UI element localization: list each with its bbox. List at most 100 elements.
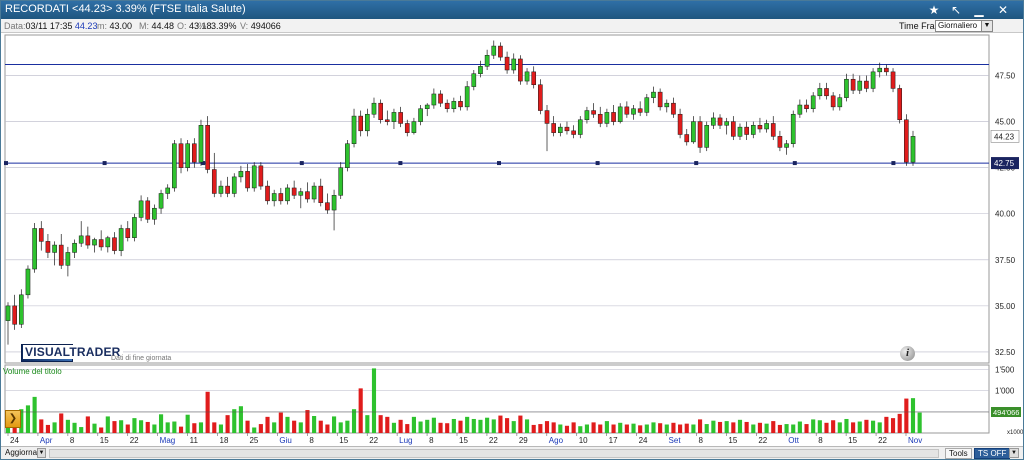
volume-bar <box>85 416 90 433</box>
candle-body <box>624 106 630 115</box>
volume-bar <box>132 418 137 433</box>
x-axis-label: 15 <box>339 436 348 445</box>
candle-body <box>757 125 763 130</box>
candle-body <box>511 58 517 71</box>
volume-tick-label: 1'000 <box>995 387 1015 396</box>
x-axis-label: Lug <box>399 436 412 445</box>
candle-body <box>784 143 789 148</box>
refresh-dropdown-icon[interactable]: ▼ <box>37 448 46 458</box>
volume-bar <box>25 405 31 433</box>
x-axis-label: 22 <box>758 436 767 445</box>
volume-bar <box>871 420 876 433</box>
x-axis-label: 29 <box>519 436 528 445</box>
candle-body <box>418 108 423 122</box>
volume-bar <box>611 424 616 433</box>
candle-body <box>498 45 503 58</box>
price-tick-label: 37.50 <box>995 256 1016 265</box>
volume-bar <box>518 415 523 433</box>
candle-body <box>591 110 596 115</box>
candle-body <box>72 242 77 253</box>
candle-body <box>617 106 623 122</box>
candle-body <box>750 125 756 135</box>
x-axis-label: Mag <box>160 436 176 445</box>
volume-bar <box>717 421 723 433</box>
volume-bar <box>391 422 397 433</box>
candle-body <box>604 112 610 124</box>
candle-body <box>305 191 310 200</box>
volume-bar <box>332 416 337 433</box>
current-volume-label: 494'066 <box>993 408 1019 417</box>
volume-bar <box>777 424 782 433</box>
volume-bar <box>59 413 64 433</box>
volume-bar <box>638 425 643 433</box>
info-icon[interactable]: i <box>900 346 915 361</box>
x-axis-label: 8 <box>698 436 703 445</box>
refresh-label[interactable]: Aggiorna <box>5 448 37 457</box>
volume-bar <box>851 422 856 433</box>
candle-body <box>731 121 736 137</box>
candle-body <box>764 123 769 130</box>
candle-body <box>724 121 729 126</box>
volume-bar <box>904 398 909 433</box>
candle-body <box>491 45 497 56</box>
volume-bar <box>312 416 317 433</box>
volume-bar <box>112 421 117 433</box>
data-source-note: Dati di fine giornata <box>111 355 172 362</box>
candle-body <box>564 126 570 132</box>
volume-bar <box>238 406 243 433</box>
candle-body <box>551 123 556 133</box>
candle-body <box>185 143 190 168</box>
volume-bar <box>165 422 170 433</box>
x-axis-label: 15 <box>848 436 857 445</box>
ts-off-button[interactable]: TS OFF <box>974 448 1011 459</box>
candle-body <box>165 187 171 194</box>
candle-body <box>251 165 257 189</box>
candle-body <box>211 169 217 194</box>
candle-body <box>52 244 57 253</box>
volume-bar <box>618 422 623 433</box>
volume-bar <box>644 424 649 433</box>
candle-body <box>810 95 816 109</box>
volume-bar <box>531 424 536 433</box>
horizontal-scrollbar[interactable] <box>49 449 939 458</box>
x-axis-label: Ott <box>788 436 799 445</box>
volume-bar <box>425 419 430 433</box>
volume-bar <box>32 396 37 433</box>
volume-bar <box>272 422 277 433</box>
candle-body <box>850 78 856 91</box>
volume-bar <box>817 420 822 433</box>
volume-bar <box>604 421 609 433</box>
volume-bar <box>139 420 144 433</box>
candle-body <box>65 252 71 266</box>
candle-body <box>152 207 157 220</box>
candle-body <box>318 185 324 203</box>
support-line-handle <box>299 161 304 166</box>
candle-body <box>18 294 24 325</box>
volume-bar <box>651 422 656 433</box>
support-line-handle <box>497 161 501 166</box>
x-axis-label: 22 <box>489 436 498 445</box>
candle-body <box>471 73 477 87</box>
ts-dropdown-icon[interactable]: ▼ <box>1009 448 1019 458</box>
candle-body <box>797 104 803 115</box>
volume-bar <box>405 424 410 433</box>
price-chart[interactable]: 32.5035.0037.5040.0042.5045.0047.501'500… <box>1 1 1023 446</box>
candle-body <box>484 55 490 67</box>
volume-bar <box>678 424 683 433</box>
candle-body <box>577 119 583 135</box>
candle-body <box>391 112 397 122</box>
candle-body <box>172 143 177 189</box>
candle-body <box>664 102 670 108</box>
tools-button[interactable]: Tools <box>945 448 972 459</box>
volume-bar <box>458 420 463 433</box>
expand-panel-button[interactable]: ❯ <box>5 410 21 428</box>
volume-bar <box>844 418 849 433</box>
x-axis-label: 22 <box>130 436 139 445</box>
candle-body <box>597 113 603 124</box>
volume-bar <box>298 422 303 433</box>
volume-bar <box>252 427 257 433</box>
volume-bar <box>305 410 310 433</box>
candle-body <box>231 176 237 194</box>
volume-bar <box>697 419 703 433</box>
volume-bar <box>358 388 363 433</box>
